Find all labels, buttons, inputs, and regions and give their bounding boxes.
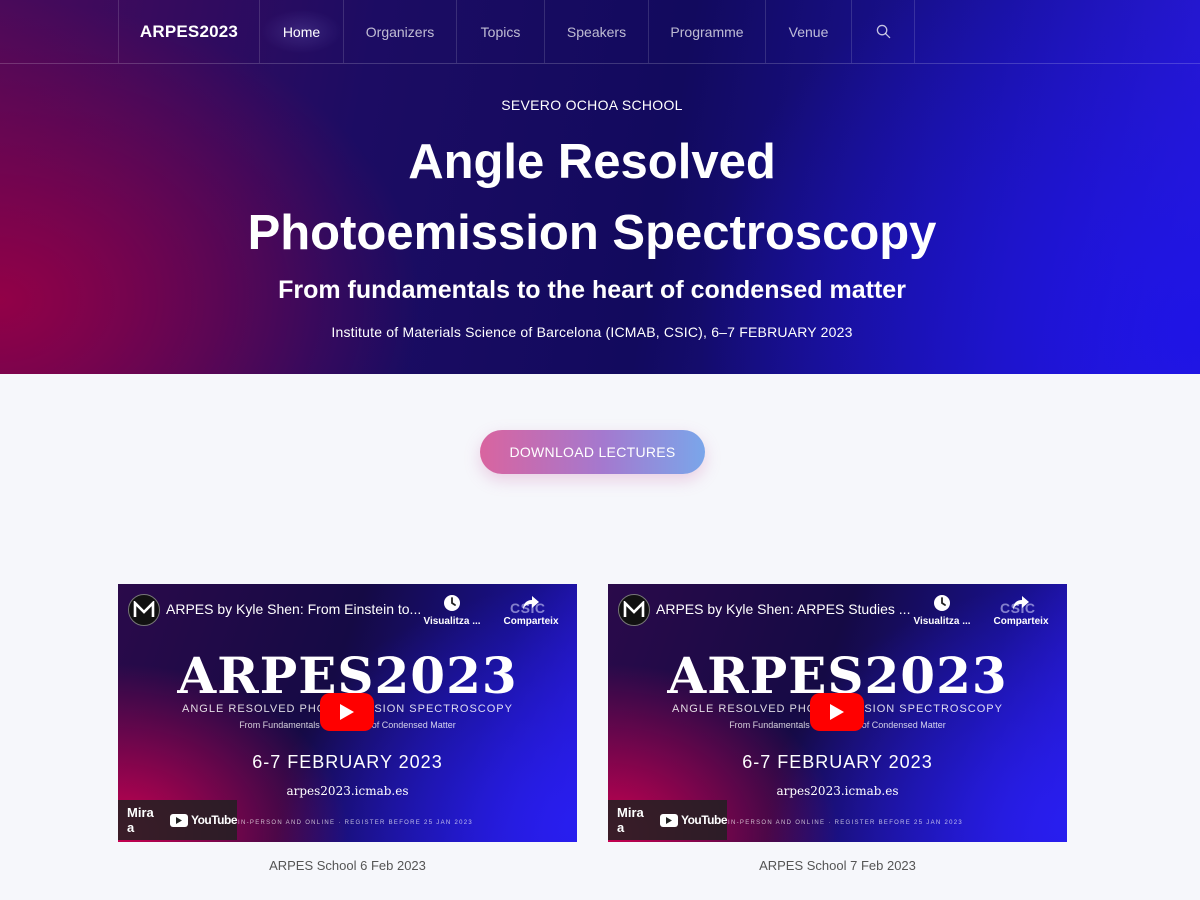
share-button[interactable]: Comparteix	[988, 594, 1054, 627]
nav-bar: ARPES2023 Home Organizers Topics Speaker…	[118, 0, 915, 63]
video-caption-1: ARPES School 6 Feb 2023	[269, 858, 426, 873]
youtube-logo: YouTube	[659, 813, 728, 827]
thumbnail-url: arpes2023.icmab.es	[286, 784, 409, 798]
download-lectures-button[interactable]: DOWNLOAD LECTURES	[480, 430, 705, 474]
nav-item-speakers[interactable]: Speakers	[544, 0, 648, 63]
youtube-play-icon	[659, 813, 678, 827]
watch-later-button[interactable]: Visualitza ...	[910, 594, 974, 627]
video-embed-2[interactable]: CSIC ARPES by Kyle Shen: ARPES Studies .…	[608, 584, 1067, 842]
watch-later-label: Visualitza ...	[913, 616, 971, 627]
share-arrow-icon	[1013, 596, 1029, 610]
watch-later-label: Visualitza ...	[423, 616, 481, 627]
share-label: Comparteix	[503, 616, 559, 627]
video-title[interactable]: ARPES by Kyle Shen: ARPES Studies ...	[656, 601, 910, 617]
play-button[interactable]	[810, 693, 864, 731]
hero-title-line1: Angle Resolved	[408, 135, 776, 189]
hero-eyebrow: SEVERO OCHOA SCHOOL	[501, 97, 683, 113]
share-button[interactable]: Comparteix	[498, 594, 564, 627]
video-caption-2: ARPES School 7 Feb 2023	[759, 858, 916, 873]
hero-subtitle: From fundamentals to the heart of conden…	[278, 276, 906, 304]
nav-item-programme[interactable]: Programme	[648, 0, 765, 63]
channel-logo-icon	[623, 601, 645, 617]
channel-avatar[interactable]	[128, 594, 160, 626]
youtube-label: YouTube	[190, 813, 238, 827]
thumbnail-register-note: IN-PERSON AND ONLINE · REGISTER BEFORE 2…	[238, 820, 474, 826]
watch-on-youtube-button[interactable]: Mira a YouTube	[118, 800, 238, 840]
brand-logo[interactable]: ARPES2023	[118, 0, 259, 63]
nav-item-organizers[interactable]: Organizers	[343, 0, 456, 63]
share-arrow-icon	[523, 596, 539, 610]
youtube-label: YouTube	[680, 813, 728, 827]
hero-location-date: Institute of Materials Science of Barcel…	[331, 324, 853, 340]
search-button[interactable]	[851, 0, 915, 63]
watch-on-label: Mira a	[127, 805, 154, 835]
play-button[interactable]	[320, 693, 374, 731]
thumbnail-date: 6-7 FEBRUARY 2023	[252, 752, 443, 772]
top-navigation: ARPES2023 Home Organizers Topics Speaker…	[0, 0, 1200, 64]
play-icon	[340, 704, 354, 720]
clock-icon	[444, 595, 460, 611]
search-icon	[876, 24, 890, 39]
thumbnail-date: 6-7 FEBRUARY 2023	[742, 752, 933, 772]
video-embed-1[interactable]: CSIC ARPES by Kyle Shen: From Einstein t…	[118, 584, 577, 842]
channel-logo-icon	[133, 601, 155, 617]
hero-title-line2: Photoemission Spectroscopy	[247, 206, 937, 260]
thumbnail-register-note: IN-PERSON AND ONLINE · REGISTER BEFORE 2…	[728, 820, 964, 826]
watch-on-youtube-button[interactable]: Mira a YouTube	[608, 800, 728, 840]
nav-item-topics[interactable]: Topics	[456, 0, 544, 63]
youtube-logo: YouTube	[169, 813, 238, 827]
play-icon	[830, 704, 844, 720]
nav-item-venue[interactable]: Venue	[765, 0, 851, 63]
thumbnail-url: arpes2023.icmab.es	[776, 784, 899, 798]
share-label: Comparteix	[993, 616, 1049, 627]
watch-later-button[interactable]: Visualitza ...	[420, 594, 484, 627]
watch-on-label: Mira a	[617, 805, 644, 835]
clock-icon	[934, 595, 950, 611]
youtube-play-icon	[169, 813, 188, 827]
video-title[interactable]: ARPES by Kyle Shen: From Einstein to...	[166, 601, 421, 617]
channel-avatar[interactable]	[618, 594, 650, 626]
nav-item-home[interactable]: Home	[259, 0, 343, 63]
